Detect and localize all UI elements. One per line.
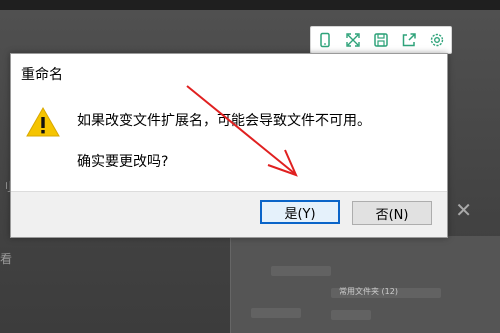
background-text-2: 看: [0, 252, 13, 266]
background-titlebar: [0, 0, 500, 10]
mobile-icon[interactable]: [315, 30, 335, 50]
no-button[interactable]: 否(N): [352, 201, 432, 225]
dialog-footer: 是(Y) 否(N): [11, 191, 447, 237]
yes-button[interactable]: 是(Y): [260, 200, 340, 224]
share-icon[interactable]: [399, 30, 419, 50]
dialog-question: 确实要更改吗?: [77, 154, 169, 170]
dialog-title: 重命名: [21, 67, 63, 83]
background-close-icon: ✕: [455, 198, 472, 222]
fullscreen-icon[interactable]: [343, 30, 363, 50]
rename-dialog: 重命名 如果改变文件扩展名，可能会导致文件不可用。 确实要更改吗? 是(Y) 否…: [10, 53, 448, 238]
save-icon[interactable]: [371, 30, 391, 50]
explorer-folder-label: 常用文件夹 (12): [339, 287, 398, 296]
floating-toolbar: [310, 26, 452, 54]
dialog-message: 如果改变文件扩展名，可能会导致文件不可用。: [77, 113, 371, 129]
settings-icon[interactable]: [427, 30, 447, 50]
background-explorer-pane: 常用文件夹 (12): [230, 236, 500, 333]
warning-icon: [26, 106, 60, 137]
